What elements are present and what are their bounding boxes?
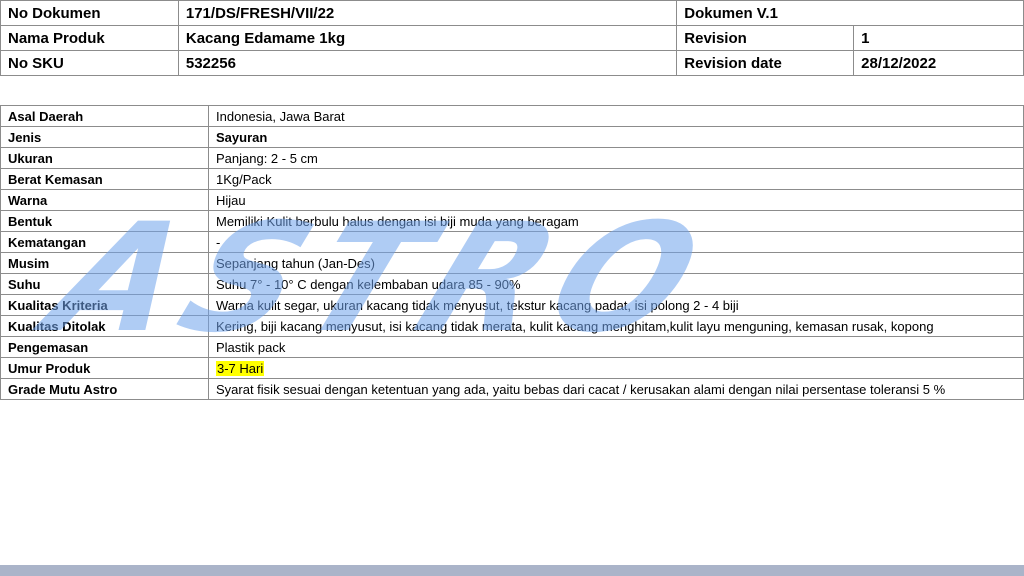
spec-row: Warna Hijau — [0, 189, 1024, 211]
spec-label: Asal Daerah — [0, 105, 209, 127]
spec-label: Berat Kemasan — [0, 168, 209, 190]
spec-row: Pengemasan Plastik pack — [0, 336, 1024, 358]
spec-row: Umur Produk 3-7 Hari — [0, 357, 1024, 379]
spec-value: Memiliki Kulit berbulu halus dengan isi … — [208, 210, 1024, 232]
spec-value: 1Kg/Pack — [208, 168, 1024, 190]
revision-date-value: 28/12/2022 — [853, 50, 1024, 76]
header-row: No SKU 532256 Revision date 28/12/2022 — [0, 50, 1024, 76]
spec-value: Indonesia, Jawa Barat — [208, 105, 1024, 127]
spec-row: Ukuran Panjang: 2 - 5 cm — [0, 147, 1024, 169]
spec-label: Ukuran — [0, 147, 209, 169]
revision-value: 1 — [853, 25, 1024, 51]
revision-date-label: Revision date — [676, 50, 855, 76]
spec-label: Kualitas Ditolak — [0, 315, 209, 337]
header-row: Nama Produk Kacang Edamame 1kg Revision … — [0, 25, 1024, 51]
spec-row: Musim Sepanjang tahun (Jan-Des) — [0, 252, 1024, 274]
spec-value: Panjang: 2 - 5 cm — [208, 147, 1024, 169]
spec-row: Berat Kemasan 1Kg/Pack — [0, 168, 1024, 190]
product-spec-table: Asal Daerah Indonesia, Jawa Barat Jenis … — [0, 105, 1024, 400]
product-name-value: Kacang Edamame 1kg — [177, 25, 678, 51]
spec-row: Grade Mutu Astro Syarat fisik sesuai den… — [0, 378, 1024, 400]
spec-label: Musim — [0, 252, 209, 274]
spec-label: Kualitas Kriteria — [0, 294, 209, 316]
document-header-table: No Dokumen 171/DS/FRESH/VII/22 Dokumen V… — [0, 0, 1024, 76]
spec-value: Hijau — [208, 189, 1024, 211]
spec-label: Umur Produk — [0, 357, 209, 379]
sku-label: No SKU — [0, 50, 179, 76]
spec-label: Kematangan — [0, 231, 209, 253]
spec-label: Pengemasan — [0, 336, 209, 358]
doc-no-value: 171/DS/FRESH/VII/22 — [177, 0, 678, 26]
spec-value: Kering, biji kacang menyusut, isi kacang… — [208, 315, 1024, 337]
spec-value: Suhu 7° - 10° C dengan kelembaban udara … — [208, 273, 1024, 295]
spec-row: Bentuk Memiliki Kulit berbulu halus deng… — [0, 210, 1024, 232]
spec-label: Jenis — [0, 126, 209, 148]
bottom-bar — [0, 565, 1024, 576]
spec-row: Kualitas Kriteria Warna kulit segar, uku… — [0, 294, 1024, 316]
product-name-label: Nama Produk — [0, 25, 179, 51]
shelf-life-highlight: 3-7 Hari — [216, 360, 265, 376]
spec-value: Warna kulit segar, ukuran kacang tidak m… — [208, 294, 1024, 316]
doc-no-label: No Dokumen — [0, 0, 179, 26]
spec-label: Grade Mutu Astro — [0, 378, 209, 400]
spec-value: Sepanjang tahun (Jan-Des) — [208, 252, 1024, 274]
spec-row: Jenis Sayuran — [0, 126, 1024, 148]
doc-version: Dokumen V.1 — [676, 0, 1024, 26]
spec-value: Plastik pack — [208, 336, 1024, 358]
spec-value: - — [208, 231, 1024, 253]
spec-row: Suhu Suhu 7° - 10° C dengan kelembaban u… — [0, 273, 1024, 295]
sku-value: 532256 — [177, 50, 678, 76]
spec-value: Sayuran — [208, 126, 1024, 148]
spec-row: Asal Daerah Indonesia, Jawa Barat — [0, 105, 1024, 127]
spec-label: Warna — [0, 189, 209, 211]
revision-label: Revision — [676, 25, 855, 51]
spec-row: Kualitas Ditolak Kering, biji kacang men… — [0, 315, 1024, 337]
spec-row: Kematangan - — [0, 231, 1024, 253]
header-row: No Dokumen 171/DS/FRESH/VII/22 Dokumen V… — [0, 0, 1024, 26]
spec-label: Suhu — [0, 273, 209, 295]
spec-value: Syarat fisik sesuai dengan ketentuan yan… — [208, 378, 1024, 400]
spec-label: Bentuk — [0, 210, 209, 232]
spec-value: 3-7 Hari — [208, 357, 1024, 379]
